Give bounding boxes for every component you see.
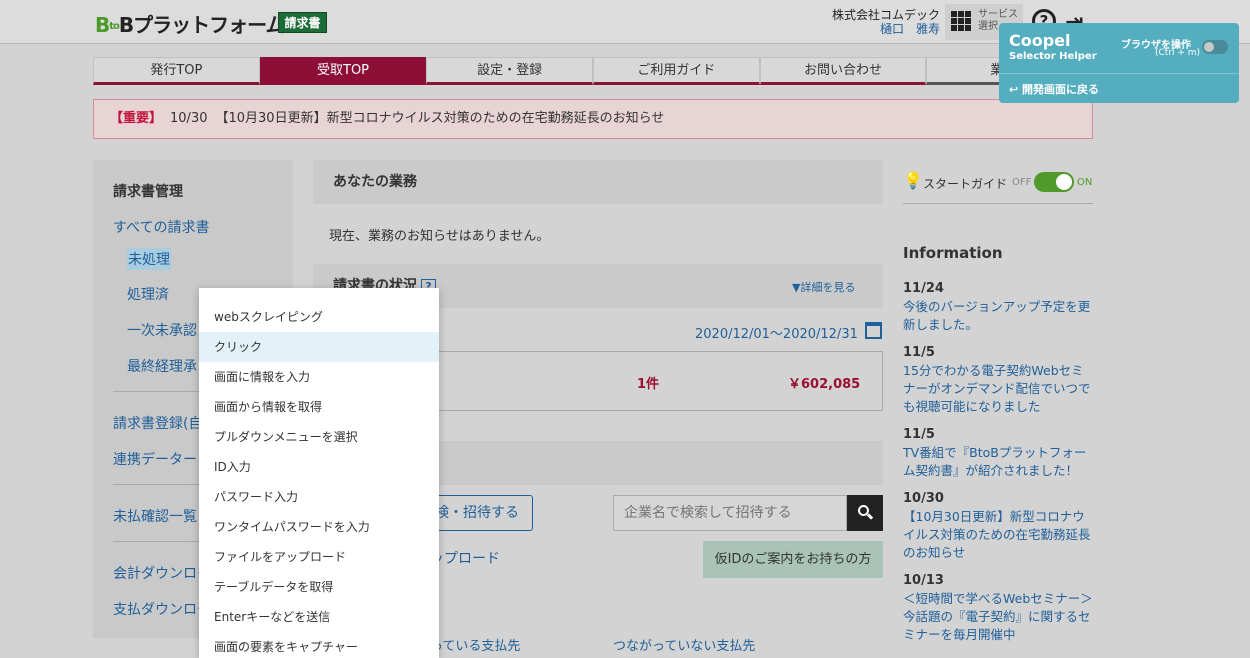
account-info[interactable]: 株式会社コムデック 樋口 雅寿 <box>826 8 940 36</box>
menu-item-send-key[interactable]: Enterキーなどを送信 <box>199 602 439 632</box>
search-button[interactable] <box>847 495 883 531</box>
notice-tag: 【重要】 <box>110 111 163 126</box>
sidebar-item-all[interactable]: すべての請求書 <box>113 217 209 237</box>
toggle-off-label: OFF <box>1012 177 1032 188</box>
action-menu: webスクレイピング クリック 画面に情報を入力 画面から情報を取得 プルダウン… <box>199 288 439 658</box>
menu-item-get-info[interactable]: 画面から情報を取得 <box>199 392 439 422</box>
company-name: 株式会社コムデック <box>831 8 940 22</box>
menu-item-password-input[interactable]: パスワード入力 <box>199 482 439 512</box>
invoice-badge: 請求書 <box>278 12 327 33</box>
btob-logo[interactable]: BtoBプラットフォーム <box>95 9 286 38</box>
tab-contact[interactable]: お問い合わせ <box>759 57 927 85</box>
news-item[interactable]: 11/24 今後のバージョンアップ予定を更新しました。 <box>903 280 1093 334</box>
news-item[interactable]: 11/5 15分でわかる電子契約Webセミナーがオンデマンド配信でいつでも視聴可能… <box>903 344 1093 416</box>
news-item[interactable]: 11/5 TV番組で『BtoBプラットフォーム契約書』が紹介されました！ <box>903 426 1093 480</box>
grid-icon[interactable] <box>951 11 971 31</box>
sidebar-item-processed[interactable]: 処理済 <box>127 284 169 304</box>
tab-settings[interactable]: 設定・登録 <box>426 57 594 85</box>
tasks-header: あなたの業務 <box>313 160 883 204</box>
information-title: Information <box>903 244 1003 262</box>
sidebar-item-unpaid[interactable]: 未払確認一覧 <box>113 506 197 526</box>
invoice-amount: ￥602,085 <box>788 377 861 392</box>
sidebar-item-first-unapproved[interactable]: 一次未承認 <box>127 320 197 340</box>
lightbulb-icon: 💡 <box>903 171 923 190</box>
tab-receive-top[interactable]: 受取TOP <box>259 57 427 85</box>
browser-operate-toggle[interactable] <box>1202 40 1228 54</box>
menu-item-get-table[interactable]: テーブルデータを取得 <box>199 572 439 602</box>
sidebar-heading: 請求書管理 <box>113 184 183 200</box>
toggle-on-label: ON <box>1077 177 1093 188</box>
back-to-dev-button[interactable]: ↩ 開発画面に戻る <box>1009 81 1099 97</box>
news-item[interactable]: 10/30 【10月30日更新】新型コロナウイルス対策のための在宅勤務延長のお知ら… <box>903 490 1093 562</box>
upload-link[interactable]: ップロード <box>430 548 500 568</box>
tab-guide[interactable]: ご利用ガイド <box>593 57 760 85</box>
start-guide-label: スタートガイド <box>923 177 1008 191</box>
menu-item-web-scraping[interactable]: webスクレイピング <box>199 302 439 332</box>
coopel-brand: Coopel <box>1009 31 1071 50</box>
sidebar-item-pending[interactable]: 未処理 <box>127 248 171 270</box>
tasks-empty-text: 現在、業務のお知らせはありません。 <box>329 229 550 244</box>
date-range[interactable]: 2020/12/01～2020/12/31 <box>695 323 858 342</box>
news-item[interactable]: 10/13 ＜短時間で学べるWebセミナー＞今話題の『電子契約』に関するセミナーを… <box>903 572 1093 644</box>
notice-date: 10/30 <box>170 111 208 126</box>
menu-item-upload-file[interactable]: ファイルをアップロード <box>199 542 439 572</box>
right-divider <box>903 203 1093 204</box>
main-tabs: 発行TOP 受取TOP 設定・登録 ご利用ガイド お問い合わせ 業界チ <box>93 57 1094 85</box>
connected-partners-link[interactable]: っている支払先 <box>430 635 520 654</box>
sidebar-item-linked-data[interactable]: 連携データー <box>113 449 197 469</box>
temp-id-button[interactable]: 仮IDのご案内をお持ちの方 <box>703 541 883 578</box>
sidebar-item-payment-download[interactable]: 支払ダウンロー <box>113 599 211 619</box>
menu-item-select-dropdown[interactable]: プルダウンメニューを選択 <box>199 422 439 452</box>
shortcut-label: (Ctrl + m) <box>1155 48 1201 58</box>
company-search-input[interactable] <box>613 495 847 531</box>
tab-issue-top[interactable]: 発行TOP <box>93 57 260 85</box>
menu-item-capture-element[interactable]: 画面の要素をキャプチャー <box>199 632 439 658</box>
sidebar-item-final-approval[interactable]: 最終経理承 <box>127 356 197 376</box>
important-notice[interactable]: 【重要】 10/30 【10月30日更新】新型コロナウイルス対策のための在宅勤務延長… <box>93 99 1093 139</box>
sidebar-item-account-download[interactable]: 会計ダウンロー <box>113 563 211 583</box>
menu-item-click[interactable]: クリック <box>199 332 439 362</box>
calendar-icon[interactable] <box>865 322 882 339</box>
menu-item-input-info[interactable]: 画面に情報を入力 <box>199 362 439 392</box>
user-name[interactable]: 樋口 雅寿 <box>826 22 940 36</box>
detail-link[interactable]: ▼詳細を見る <box>792 279 855 295</box>
notice-text[interactable]: 【10月30日更新】新型コロナウイルス対策のための在宅勤務延長のお知らせ <box>215 111 664 126</box>
sidebar-item-register[interactable]: 請求書登録(自 <box>113 413 202 433</box>
menu-item-otp-input[interactable]: ワンタイムパスワードを入力 <box>199 512 439 542</box>
coopel-selector-helper: Coopel Selector Helper ブラウザを操作 (Ctrl + m… <box>999 23 1239 103</box>
coopel-subtitle: Selector Helper <box>1009 51 1097 62</box>
unconnected-partners-link[interactable]: つながっていない支払先 <box>613 635 755 654</box>
start-guide-toggle[interactable] <box>1034 172 1074 192</box>
invoice-count: 1件 <box>637 377 660 392</box>
menu-item-id-input[interactable]: ID入力 <box>199 452 439 482</box>
